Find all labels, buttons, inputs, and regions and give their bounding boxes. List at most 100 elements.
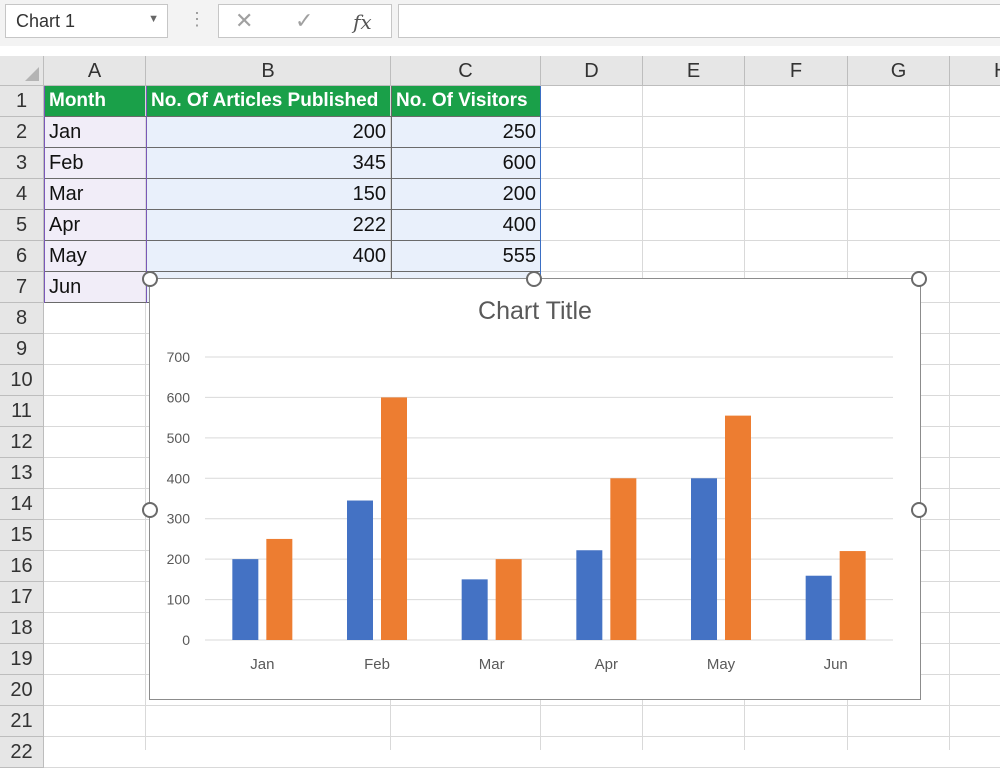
bar-series1-jan[interactable] [232, 559, 259, 640]
table-border [45, 209, 540, 210]
month-cell[interactable]: Apr [45, 210, 145, 240]
resize-handle-middle-left[interactable] [142, 502, 158, 518]
enter-icon[interactable]: ✓ [295, 8, 313, 34]
formula-buttons: ✕ ✓ fx [218, 4, 392, 38]
gridline-horizontal [44, 705, 1000, 706]
row-header-16[interactable]: 16 [0, 551, 44, 582]
formula-input[interactable] [398, 4, 1000, 38]
row-header-21[interactable]: 21 [0, 706, 44, 737]
bar-series2-apr[interactable] [610, 478, 637, 640]
value-cell[interactable]: 400 [147, 241, 390, 271]
column-header-e[interactable]: E [643, 56, 745, 86]
value-cell[interactable]: 250 [392, 117, 540, 147]
row-header-3[interactable]: 3 [0, 148, 44, 179]
column-header-d[interactable]: D [541, 56, 643, 86]
y-tick-label: 0 [182, 632, 190, 648]
row-header-15[interactable]: 15 [0, 520, 44, 551]
month-cell[interactable]: Mar [45, 179, 145, 209]
name-box[interactable]: Chart 1 ▼ [5, 4, 168, 38]
value-cell[interactable]: 400 [392, 210, 540, 240]
row-header-19[interactable]: 19 [0, 644, 44, 675]
bar-series1-apr[interactable] [576, 550, 603, 640]
resize-handle-middle-right[interactable] [911, 502, 927, 518]
table-header-cell[interactable]: No. Of Visitors [392, 86, 540, 116]
row-header-6[interactable]: 6 [0, 241, 44, 272]
row-header-22[interactable]: 22 [0, 737, 44, 768]
column-header-a[interactable]: A [44, 56, 146, 86]
bar-series2-feb[interactable] [381, 397, 407, 640]
y-tick-label: 600 [167, 389, 191, 405]
resize-handle-top-right[interactable] [911, 271, 927, 287]
more-options-icon[interactable]: ⋮ [188, 8, 206, 30]
row-header-1[interactable]: 1 [0, 86, 44, 117]
value-cell[interactable]: 200 [147, 117, 390, 147]
table-header-cell[interactable]: No. Of Articles Published [147, 86, 390, 116]
table-border [45, 178, 540, 179]
range-border [391, 86, 392, 303]
row-header-17[interactable]: 17 [0, 582, 44, 613]
chart-object[interactable]: Chart Title 0 100 200 300 400 500 600 700 Jan Feb… [149, 278, 921, 700]
cancel-icon[interactable]: ✕ [235, 8, 253, 34]
range-border [44, 86, 45, 303]
column-header-g[interactable]: G [848, 56, 950, 86]
value-cell[interactable]: 200 [392, 179, 540, 209]
table-border [45, 271, 540, 272]
table-header-cell[interactable]: Month [45, 86, 145, 116]
value-cell[interactable]: 600 [392, 148, 540, 178]
formula-bar: Chart 1 ▼ ⋮ ✕ ✓ fx [0, 0, 1000, 46]
row-header-4[interactable]: 4 [0, 179, 44, 210]
row-header-10[interactable]: 10 [0, 365, 44, 396]
row-header-5[interactable]: 5 [0, 210, 44, 241]
row-header-20[interactable]: 20 [0, 675, 44, 706]
bar-series2-mar[interactable] [495, 559, 522, 640]
x-tick-label: May [707, 656, 736, 673]
row-header-9[interactable]: 9 [0, 334, 44, 365]
month-cell[interactable]: Jun [45, 272, 145, 302]
gridline-horizontal [44, 736, 1000, 737]
month-cell[interactable]: Jan [45, 117, 145, 147]
month-cell[interactable]: Feb [45, 148, 145, 178]
bar-series1-may[interactable] [691, 478, 717, 640]
row-header-14[interactable]: 14 [0, 489, 44, 520]
select-all-button[interactable] [0, 56, 44, 86]
column-header-f[interactable]: F [745, 56, 848, 86]
resize-handle-top-middle[interactable] [526, 271, 542, 287]
y-tick-label: 700 [167, 349, 191, 365]
table-border [45, 147, 540, 148]
row-header-18[interactable]: 18 [0, 613, 44, 644]
chevron-down-icon[interactable]: ▼ [148, 13, 159, 25]
bar-series1-feb[interactable] [347, 500, 373, 640]
y-tick-label: 400 [167, 470, 191, 486]
column-header-c[interactable]: C [391, 56, 541, 86]
row-header-11[interactable]: 11 [0, 396, 44, 427]
value-cell[interactable]: 555 [392, 241, 540, 271]
x-tick-label: Mar [479, 656, 505, 673]
column-header-b[interactable]: B [146, 56, 391, 86]
name-box-value: Chart 1 [16, 11, 76, 31]
bar-series1-mar[interactable] [461, 579, 488, 640]
y-tick-label: 300 [167, 511, 191, 527]
range-border [540, 86, 541, 303]
bar-series1-jun[interactable] [805, 575, 832, 640]
row-header-7[interactable]: 7 [0, 272, 44, 303]
x-tick-label: Feb [364, 656, 390, 673]
value-cell[interactable]: 222 [147, 210, 390, 240]
value-cell[interactable]: 150 [147, 179, 390, 209]
column-header-h[interactable]: H [950, 56, 1000, 86]
bar-series2-may[interactable] [725, 415, 751, 640]
value-cell[interactable]: 345 [147, 148, 390, 178]
row-header-13[interactable]: 13 [0, 458, 44, 489]
insert-function-icon[interactable]: fx [353, 10, 372, 34]
table-border [45, 240, 540, 241]
x-tick-label: Jun [824, 656, 848, 673]
month-cell[interactable]: May [45, 241, 145, 271]
gridline-vertical [949, 86, 950, 750]
row-header-2[interactable]: 2 [0, 117, 44, 148]
y-tick-label: 200 [167, 551, 191, 567]
row-header-8[interactable]: 8 [0, 303, 44, 334]
bar-series2-jan[interactable] [266, 538, 293, 640]
column-chart-plot[interactable]: 0 100 200 300 400 500 600 700 Jan Feb Mar Apr May Jun [150, 279, 920, 699]
resize-handle-top-left[interactable] [142, 271, 158, 287]
bar-series2-jun[interactable] [839, 551, 866, 640]
row-header-12[interactable]: 12 [0, 427, 44, 458]
